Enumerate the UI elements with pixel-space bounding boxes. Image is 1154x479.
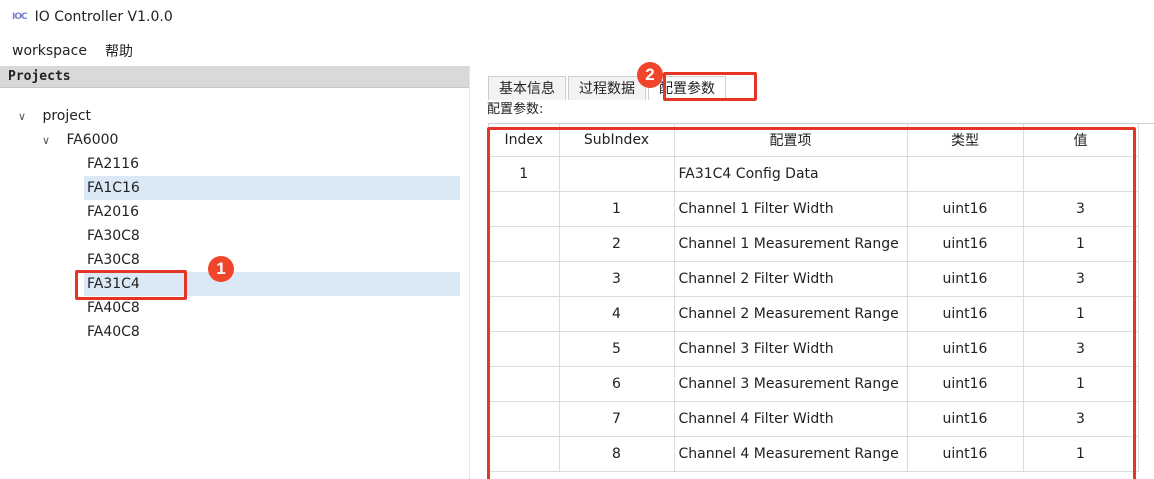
cell-value[interactable]: 3 bbox=[1023, 401, 1139, 437]
cell-type[interactable]: uint16 bbox=[907, 331, 1024, 367]
cell-value[interactable]: 3 bbox=[1023, 331, 1139, 367]
cell-type[interactable]: uint16 bbox=[907, 436, 1024, 472]
cell-value[interactable] bbox=[1023, 156, 1139, 192]
app-logo-icon: IOC bbox=[12, 12, 28, 22]
tab-process-data[interactable]: 过程数据 bbox=[568, 76, 646, 100]
table-header-row: Index SubIndex 配置项 类型 值 bbox=[489, 124, 1139, 157]
tree-module-fa30c8[interactable]: FA30C8 bbox=[84, 224, 460, 248]
menu-workspace[interactable]: workspace bbox=[12, 43, 87, 59]
cell-type[interactable]: uint16 bbox=[907, 401, 1024, 437]
cell-subindex[interactable]: 6 bbox=[559, 366, 675, 402]
table-row[interactable]: 7 Channel 4 Filter Width uint16 3 bbox=[489, 401, 1139, 437]
cell-type[interactable]: uint16 bbox=[907, 191, 1024, 227]
cell-config-item[interactable]: Channel 4 Measurement Range bbox=[674, 436, 908, 472]
header-type[interactable]: 类型 bbox=[907, 124, 1024, 157]
cell-value[interactable]: 3 bbox=[1023, 191, 1139, 227]
cell-type[interactable]: uint16 bbox=[907, 366, 1024, 402]
config-table-container: Index SubIndex 配置项 类型 值 1 FA31C4 Config D… bbox=[488, 123, 1154, 479]
window-title: IO Controller V1.0.0 bbox=[34, 9, 173, 25]
cell-subindex[interactable]: 7 bbox=[559, 401, 675, 437]
table-row[interactable]: 3 Channel 2 Filter Width uint16 3 bbox=[489, 261, 1139, 297]
tab-basic-info[interactable]: 基本信息 bbox=[488, 76, 566, 100]
table-row[interactable]: 1 Channel 1 Filter Width uint16 3 bbox=[489, 191, 1139, 227]
cell-value[interactable]: 1 bbox=[1023, 366, 1139, 402]
table-row[interactable]: 6 Channel 3 Measurement Range uint16 1 bbox=[489, 366, 1139, 402]
cell-type[interactable]: uint16 bbox=[907, 226, 1024, 262]
cell-config-item[interactable]: Channel 3 Filter Width bbox=[674, 331, 908, 367]
header-config-item[interactable]: 配置项 bbox=[674, 124, 908, 157]
chevron-down-icon[interactable]: ∨ bbox=[18, 105, 32, 129]
cell-subindex[interactable]: 5 bbox=[559, 331, 675, 367]
cell-index[interactable] bbox=[489, 296, 560, 332]
cell-subindex[interactable]: 8 bbox=[559, 436, 675, 472]
cell-index[interactable] bbox=[489, 261, 560, 297]
cell-config-item[interactable]: Channel 3 Measurement Range bbox=[674, 366, 908, 402]
cell-index[interactable]: 1 bbox=[489, 156, 560, 192]
details-panel: 基本信息 过程数据 配置参数 配置参数: Index SubIndex 配置项 … bbox=[480, 66, 1154, 479]
tree-node-label: project bbox=[42, 108, 92, 124]
cell-type[interactable]: uint16 bbox=[907, 296, 1024, 332]
header-index[interactable]: Index bbox=[489, 124, 560, 157]
chevron-down-icon[interactable]: ∨ bbox=[42, 129, 56, 153]
step-badge-1: 1 bbox=[208, 256, 234, 282]
cell-index[interactable] bbox=[489, 191, 560, 227]
cell-subindex[interactable]: 1 bbox=[559, 191, 675, 227]
table-row[interactable]: 2 Channel 1 Measurement Range uint16 1 bbox=[489, 226, 1139, 262]
cell-index[interactable] bbox=[489, 401, 560, 437]
cell-config-item[interactable]: FA31C4 Config Data bbox=[674, 156, 908, 192]
cell-value[interactable]: 1 bbox=[1023, 296, 1139, 332]
config-params-label: 配置参数: bbox=[487, 102, 544, 117]
table-row[interactable]: 5 Channel 3 Filter Width uint16 3 bbox=[489, 331, 1139, 367]
cell-value[interactable]: 3 bbox=[1023, 261, 1139, 297]
tree-module-fa40c8[interactable]: FA40C8 bbox=[84, 320, 460, 344]
tree-module-fa2016[interactable]: FA2016 bbox=[84, 200, 460, 224]
menu-bar: workspace 帮助 bbox=[0, 38, 151, 64]
cell-value[interactable]: 1 bbox=[1023, 226, 1139, 262]
cell-type[interactable]: uint16 bbox=[907, 261, 1024, 297]
tree-module-fa2116[interactable]: FA2116 bbox=[84, 152, 460, 176]
cell-config-item[interactable]: Channel 2 Filter Width bbox=[674, 261, 908, 297]
table-row[interactable]: 4 Channel 2 Measurement Range uint16 1 bbox=[489, 296, 1139, 332]
cell-value[interactable]: 1 bbox=[1023, 436, 1139, 472]
tree-node-label: FA6000 bbox=[66, 132, 119, 148]
cell-index[interactable] bbox=[489, 226, 560, 262]
header-value[interactable]: 值 bbox=[1023, 124, 1139, 157]
cell-subindex[interactable]: 2 bbox=[559, 226, 675, 262]
projects-header: Projects bbox=[0, 66, 469, 88]
cell-config-item[interactable]: Channel 2 Measurement Range bbox=[674, 296, 908, 332]
cell-config-item[interactable]: Channel 4 Filter Width bbox=[674, 401, 908, 437]
tree-node-device[interactable]: ∨ FA6000 bbox=[42, 128, 118, 152]
cell-subindex[interactable]: 3 bbox=[559, 261, 675, 297]
config-table: Index SubIndex 配置项 类型 值 1 FA31C4 Config D… bbox=[489, 124, 1139, 472]
projects-panel: Projects ∨ project ∨ FA6000 FA2116 FA1C1… bbox=[0, 66, 470, 479]
menu-help[interactable]: 帮助 bbox=[105, 41, 133, 61]
step-badge-2: 2 bbox=[637, 62, 663, 88]
tree-module-fa30c8[interactable]: FA30C8 bbox=[84, 248, 460, 272]
cell-config-item[interactable]: Channel 1 Measurement Range bbox=[674, 226, 908, 262]
table-row[interactable]: 8 Channel 4 Measurement Range uint16 1 bbox=[489, 436, 1139, 472]
cell-type[interactable] bbox=[907, 156, 1024, 192]
header-subindex[interactable]: SubIndex bbox=[559, 124, 675, 157]
cell-index[interactable] bbox=[489, 366, 560, 402]
tree-module-fa40c8[interactable]: FA40C8 bbox=[84, 296, 460, 320]
cell-subindex[interactable]: 4 bbox=[559, 296, 675, 332]
tab-bar: 基本信息 过程数据 配置参数 bbox=[488, 76, 728, 100]
cell-index[interactable] bbox=[489, 436, 560, 472]
tree-module-fa31c4[interactable]: FA31C4 bbox=[84, 272, 460, 296]
title-bar: IOC IO Controller V1.0.0 bbox=[0, 0, 1154, 34]
tree-module-fa1c16[interactable]: FA1C16 bbox=[84, 176, 460, 200]
cell-subindex[interactable] bbox=[559, 156, 675, 192]
cell-index[interactable] bbox=[489, 331, 560, 367]
table-row[interactable]: 1 FA31C4 Config Data bbox=[489, 156, 1139, 192]
cell-config-item[interactable]: Channel 1 Filter Width bbox=[674, 191, 908, 227]
tree-node-project[interactable]: ∨ project bbox=[18, 104, 91, 128]
